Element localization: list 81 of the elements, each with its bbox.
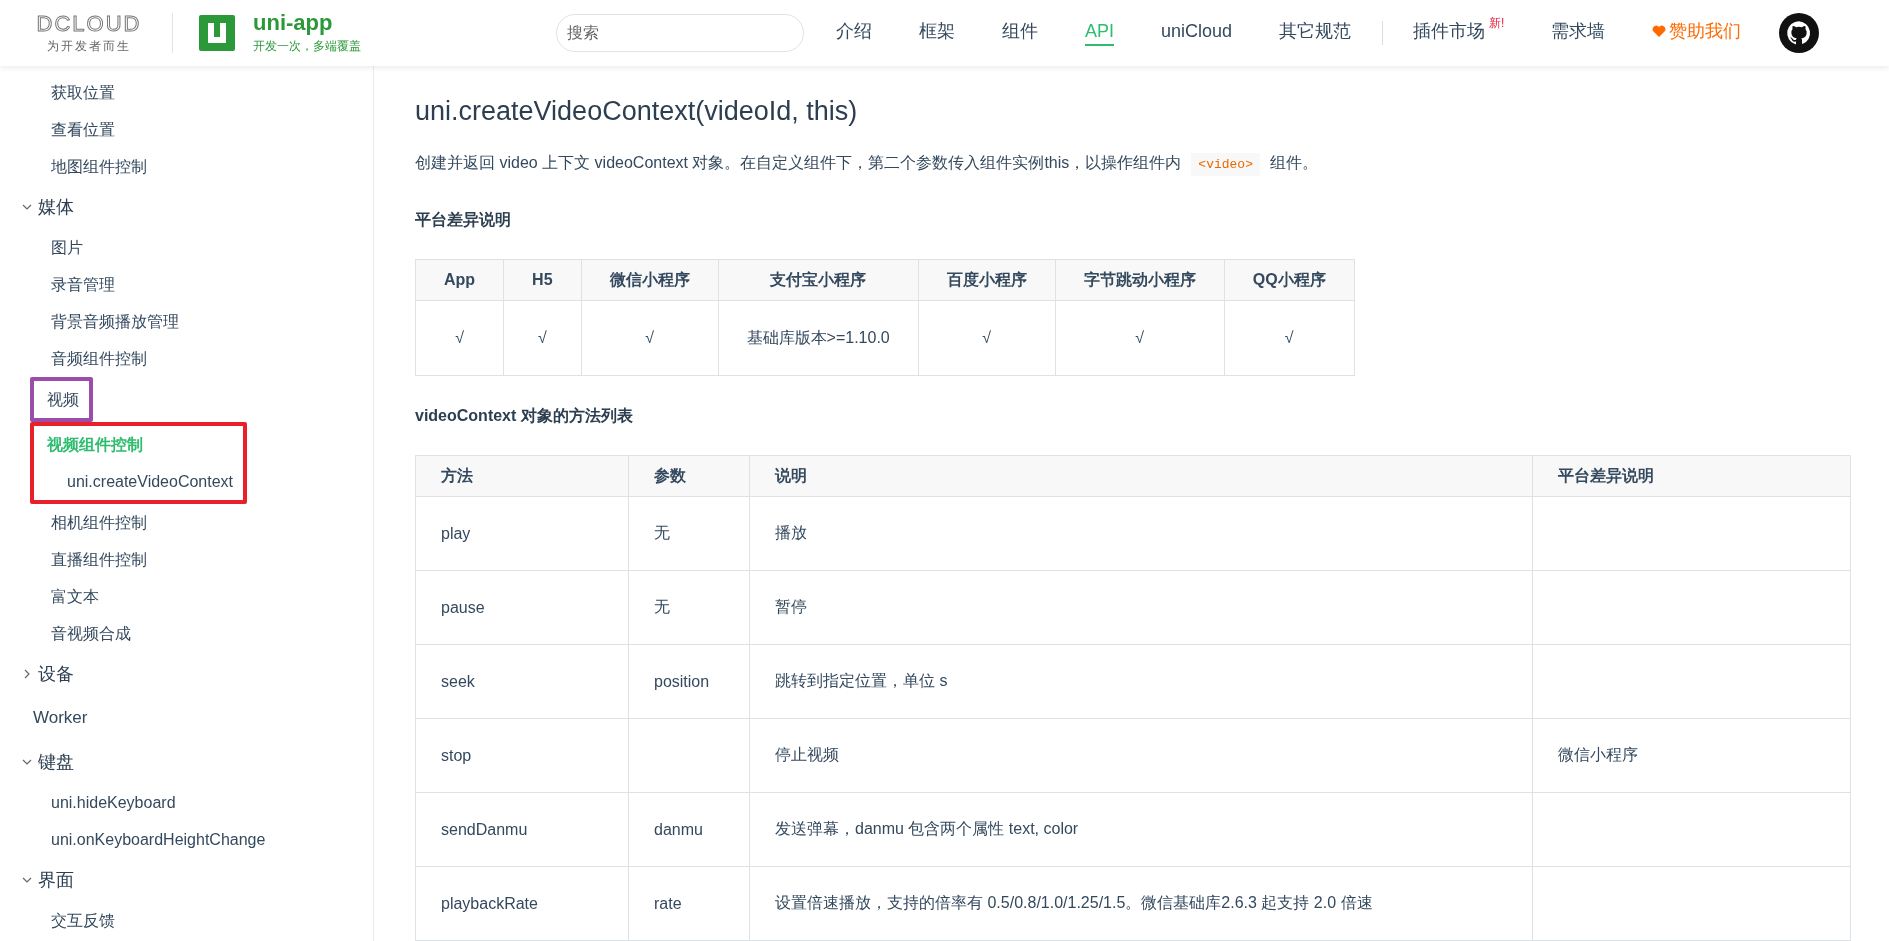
- table-cell: 基础库版本>=1.10.0: [718, 300, 919, 376]
- sidebar-item[interactable]: 富文本: [51, 578, 99, 615]
- table-cell: 微信小程序: [1532, 718, 1851, 793]
- table-cell: 停止视频: [749, 718, 1533, 793]
- nav-link[interactable]: 框架: [919, 19, 955, 47]
- group-label: 键盘: [38, 751, 74, 774]
- table-cell: √: [503, 300, 582, 376]
- column-header: 百度小程序: [918, 259, 1056, 301]
- sidebar-item[interactable]: uni.hideKeyboard: [51, 784, 176, 821]
- sidebar-item[interactable]: 直播组件控制: [51, 541, 147, 578]
- product-name: uni-app: [253, 11, 334, 35]
- sidebar-item[interactable]: Worker: [33, 696, 88, 740]
- table-cell: 无: [628, 570, 750, 645]
- column-header: 说明: [749, 455, 1533, 497]
- sidebar-item[interactable]: 相机组件控制: [51, 504, 147, 541]
- table-cell: seek: [415, 644, 629, 719]
- nav-link[interactable]: 介绍: [836, 19, 872, 47]
- table-cell: 跳转到指定位置，单位 s: [749, 644, 1533, 719]
- sidebar-group[interactable]: 媒体: [22, 185, 74, 229]
- app-logo-icon: [199, 15, 235, 51]
- table-cell: play: [415, 496, 629, 571]
- sidebar-item[interactable]: 音频组件控制: [51, 340, 147, 377]
- column-header: 微信小程序: [581, 259, 719, 301]
- table-cell: √: [581, 300, 719, 376]
- column-header: 平台差异说明: [1532, 455, 1851, 497]
- column-header: App: [415, 259, 504, 301]
- sidebar-item[interactable]: 背景音频播放管理: [51, 303, 179, 340]
- section-heading: videoContext 对象的方法列表: [415, 406, 634, 426]
- table-cell: √: [918, 300, 1056, 376]
- column-header: 方法: [415, 455, 629, 497]
- table-cell: sendDanmu: [415, 792, 629, 867]
- sidebar-item[interactable]: 地图组件控制: [51, 148, 147, 185]
- brand-slogan: 为开发者而生: [47, 37, 131, 55]
- page-title: uni.createVideoContext(videoId, this): [415, 96, 859, 127]
- table-cell: 暂停: [749, 570, 1533, 645]
- table-cell: playbackRate: [415, 866, 629, 941]
- nav-link[interactable]: 插件市场: [1413, 19, 1486, 47]
- table-cell: danmu: [628, 792, 750, 867]
- table-cell: 播放: [749, 496, 1533, 571]
- table-cell: √: [415, 300, 504, 376]
- section-heading: 平台差异说明: [415, 210, 512, 230]
- nav-link[interactable]: 其它规范: [1279, 19, 1352, 47]
- nav-link[interactable]: uniCloud: [1161, 20, 1233, 46]
- table-cell: √: [1224, 300, 1355, 376]
- column-header: 字节跳动小程序: [1055, 259, 1225, 301]
- table-cell: √: [1055, 300, 1225, 376]
- sidebar-item[interactable]: 交互反馈: [51, 902, 115, 939]
- heart-icon: [1652, 24, 1667, 38]
- group-label: 界面: [38, 869, 74, 892]
- sidebar-item[interactable]: 视频: [47, 381, 79, 418]
- sidebar-group[interactable]: 设备: [22, 652, 74, 696]
- sidebar-item[interactable]: uni.createVideoContext: [67, 463, 234, 500]
- github-icon[interactable]: [1779, 13, 1820, 53]
- sidebar-item[interactable]: 录音管理: [51, 266, 115, 303]
- nav-link[interactable]: 需求墙: [1551, 19, 1606, 47]
- sidebar-group[interactable]: 键盘: [22, 740, 74, 784]
- sidebar-item[interactable]: uni.onKeyboardHeightChange: [51, 821, 266, 858]
- sidebar-item[interactable]: 音视频合成: [51, 615, 131, 652]
- group-label: 媒体: [38, 196, 74, 219]
- column-header: QQ小程序: [1224, 259, 1355, 301]
- sidebar-item[interactable]: 查看位置: [51, 111, 115, 148]
- sidebar-group[interactable]: 界面: [22, 858, 74, 902]
- intro-text: 创建并返回 video 上下文 videoContext 对象。在自定义组件下，第二个参数传入组件实例this，以操作组件内 <video> 组件。: [415, 153, 1851, 174]
- table-cell: 无: [628, 496, 750, 571]
- table-cell: stop: [415, 718, 629, 793]
- column-header: 支付宝小程序: [718, 259, 919, 301]
- column-header: 参数: [628, 455, 750, 497]
- brand-wordmark: DCLOUD: [36, 11, 142, 36]
- table-cell: pause: [415, 570, 629, 645]
- product-tagline: 开发一次，多端覆盖: [253, 38, 361, 55]
- new-label: 新!: [1489, 15, 1505, 32]
- table-cell: rate: [628, 866, 750, 941]
- table-cell: position: [628, 644, 750, 719]
- table-cell: 设置倍速播放，支持的倍率有 0.5/0.8/1.0/1.25/1.5。微信基础库2.6.3 起支持 2.0 倍速: [749, 866, 1533, 941]
- nav-link[interactable]: 组件: [1002, 19, 1038, 47]
- search-field[interactable]: 搜索: [556, 14, 804, 52]
- sidebar-item[interactable]: 图片: [51, 229, 83, 266]
- column-header: H5: [503, 259, 582, 301]
- sidebar-item[interactable]: 获取位置: [51, 74, 115, 111]
- group-label: 设备: [38, 663, 74, 686]
- table-cell: 发送弹幕，danmu 包含两个属性 text, color: [749, 792, 1533, 867]
